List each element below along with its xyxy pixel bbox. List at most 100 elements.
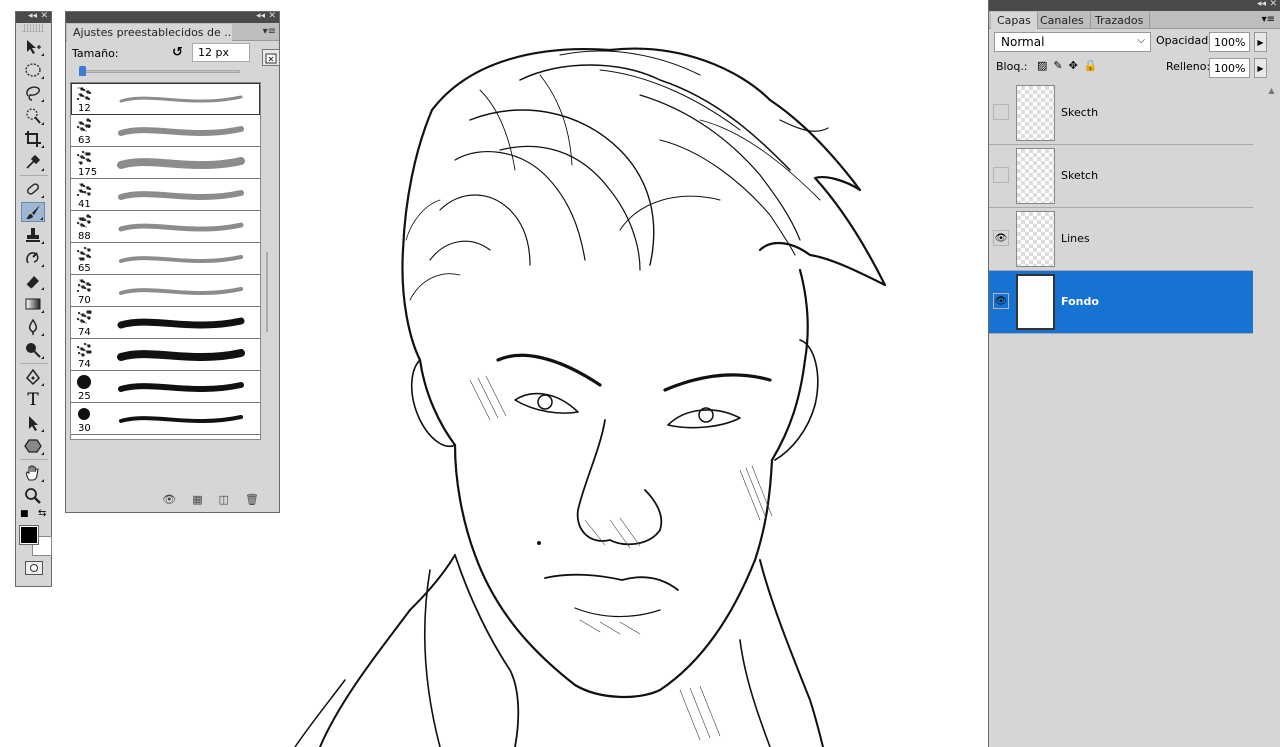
brush-tool-icon[interactable] [21, 202, 45, 222]
tab-channels[interactable]: Canales [1034, 12, 1091, 29]
foreground-color-swatch[interactable] [19, 525, 39, 545]
panel-menu-icon[interactable]: ▾≡ [1262, 14, 1275, 25]
eyedropper-tool-icon[interactable] [21, 152, 45, 172]
brush-preset-row[interactable]: 25 [71, 371, 260, 403]
gradient-tool-icon[interactable] [21, 294, 45, 314]
size-input[interactable]: 12 px [192, 43, 250, 62]
layer-name[interactable]: Sketch [1061, 169, 1098, 182]
blur-tool-icon[interactable] [21, 317, 45, 337]
tab-paths[interactable]: Trazados [1089, 12, 1151, 29]
lock-position-icon[interactable]: ✥ [1069, 59, 1078, 72]
brush-size-label: 70 [78, 295, 91, 306]
hand-tool-icon[interactable] [21, 463, 45, 483]
marquee-tool-icon[interactable] [21, 60, 45, 80]
eye-icon[interactable]: 👁 [993, 230, 1009, 246]
brush-tip-icon [75, 438, 93, 439]
close-icon[interactable]: ✕ [268, 10, 276, 22]
brush-list-scrollbar[interactable] [263, 82, 273, 440]
quick-mask-icon[interactable] [25, 561, 43, 575]
brush-preset-row[interactable]: 30 [71, 403, 260, 435]
collapse-icon[interactable]: ◂◂ [1257, 0, 1266, 10]
brush-preset-row[interactable]: 41 [71, 179, 260, 211]
crop-tool-icon[interactable] [21, 129, 45, 149]
tab-layers[interactable]: Capas [991, 12, 1038, 29]
lasso-tool-icon[interactable] [21, 83, 45, 103]
fill-arrow-icon[interactable]: ▶ [1254, 58, 1267, 78]
layer-row[interactable]: Skecth [989, 82, 1253, 145]
pen-tool-icon[interactable] [21, 367, 45, 387]
toggle-visibility-icon[interactable]: 👁 [162, 493, 176, 506]
tools-panel-header[interactable]: ◂◂ ✕ [16, 10, 51, 23]
layer-thumbnail [1016, 211, 1055, 267]
new-preset-icon[interactable] [262, 49, 280, 66]
brush-preset-row[interactable]: 63 [71, 115, 260, 147]
tab-brush-presets[interactable]: Ajustes preestablecidos de ... [67, 24, 232, 41]
layer-row[interactable]: 👁 Fondo [989, 271, 1253, 334]
grid-view-icon[interactable]: ▦ [192, 493, 202, 506]
slider-knob[interactable] [79, 66, 86, 76]
layer-row[interactable]: 👁 Lines [989, 208, 1253, 271]
layer-row[interactable]: Sketch [989, 145, 1253, 208]
shape-tool-icon[interactable] [21, 436, 45, 456]
visibility-toggle[interactable] [993, 167, 1009, 183]
path-selection-tool-icon[interactable] [21, 413, 45, 433]
eye-icon[interactable]: 👁 [993, 293, 1009, 309]
close-icon[interactable]: ✕ [1269, 0, 1277, 10]
quick-selection-tool-icon[interactable] [21, 106, 45, 126]
close-icon[interactable]: ✕ [40, 10, 48, 22]
brush-tip-icon [75, 150, 93, 166]
brush-preset-list[interactable]: 12 63 175 41 88 65 70 74 74 25 30 [70, 82, 261, 440]
layer-name[interactable]: Lines [1061, 232, 1090, 245]
blend-mode-select[interactable]: Normal ⌵ [994, 32, 1151, 52]
lock-transparent-pixels-icon[interactable]: ▨ [1037, 59, 1047, 72]
swap-colors-icon[interactable]: ⇆ [38, 508, 46, 519]
type-tool-icon[interactable]: T [21, 390, 45, 410]
brush-preset-row[interactable]: 65 [71, 243, 260, 275]
healing-brush-tool-icon[interactable] [21, 179, 45, 199]
clone-stamp-tool-icon[interactable] [21, 225, 45, 245]
opacity-label: Opacidad: [1156, 34, 1212, 47]
fill-input[interactable]: 100% [1209, 58, 1250, 78]
reset-size-icon[interactable]: ↺ [172, 45, 183, 60]
brush-preset-row[interactable]: 88 [71, 211, 260, 243]
brush-preset-row[interactable]: 70 [71, 275, 260, 307]
brush-preset-row[interactable]: 12 [71, 83, 260, 115]
layers-panel: ◂◂ ✕ Capas Canales Trazados ▾≡ Normal ⌵ … [988, 0, 1280, 747]
visibility-toggle[interactable] [993, 104, 1009, 120]
brush-preset-row[interactable]: 175 [71, 147, 260, 179]
new-brush-icon[interactable]: ◫ [219, 493, 229, 506]
dodge-tool-icon[interactable] [21, 340, 45, 360]
scroll-up-icon[interactable]: ▲ [1266, 86, 1277, 95]
brush-size-label: 30 [78, 423, 91, 434]
layer-name[interactable]: Skecth [1061, 106, 1098, 119]
brush-preset-row[interactable]: 74 [71, 307, 260, 339]
scrollbar-thumb[interactable] [266, 252, 268, 332]
tools-panel: ◂◂ ✕ T ■ ⇆ [15, 11, 52, 587]
brush-tip-icon [75, 86, 93, 102]
zoom-tool-icon[interactable] [21, 486, 45, 506]
brush-preset-row[interactable]: 74 [71, 339, 260, 371]
brush-preset-row[interactable] [71, 435, 260, 439]
layers-scrollbar[interactable]: ▲ [1266, 86, 1277, 741]
layers-panel-header[interactable]: ◂◂ ✕ [989, 0, 1280, 11]
panel-menu-icon[interactable]: ▾≡ [263, 26, 276, 37]
delete-icon[interactable]: 🗑 [245, 493, 259, 506]
brush-panel-header[interactable]: ◂◂ ✕ [66, 10, 279, 23]
brush-stroke-preview [111, 280, 251, 302]
size-slider[interactable] [79, 66, 240, 76]
lock-image-pixels-icon[interactable]: ✎ [1053, 59, 1062, 72]
opacity-arrow-icon[interactable]: ▶ [1254, 32, 1267, 52]
brush-stroke-preview [111, 376, 251, 398]
brush-tip-icon [75, 182, 93, 198]
collapse-icon[interactable]: ◂◂ [28, 10, 37, 22]
eraser-tool-icon[interactable] [21, 271, 45, 291]
panel-grip[interactable] [22, 24, 44, 32]
collapse-icon[interactable]: ◂◂ [256, 10, 265, 22]
history-brush-tool-icon[interactable] [21, 248, 45, 268]
lock-all-icon[interactable]: 🔒 [1084, 59, 1098, 72]
move-tool-icon[interactable] [21, 37, 45, 57]
default-colors-icon[interactable]: ■ [20, 509, 29, 519]
opacity-input[interactable]: 100% [1209, 32, 1250, 52]
layer-thumbnail [1016, 85, 1055, 141]
layer-name[interactable]: Fondo [1061, 295, 1099, 308]
